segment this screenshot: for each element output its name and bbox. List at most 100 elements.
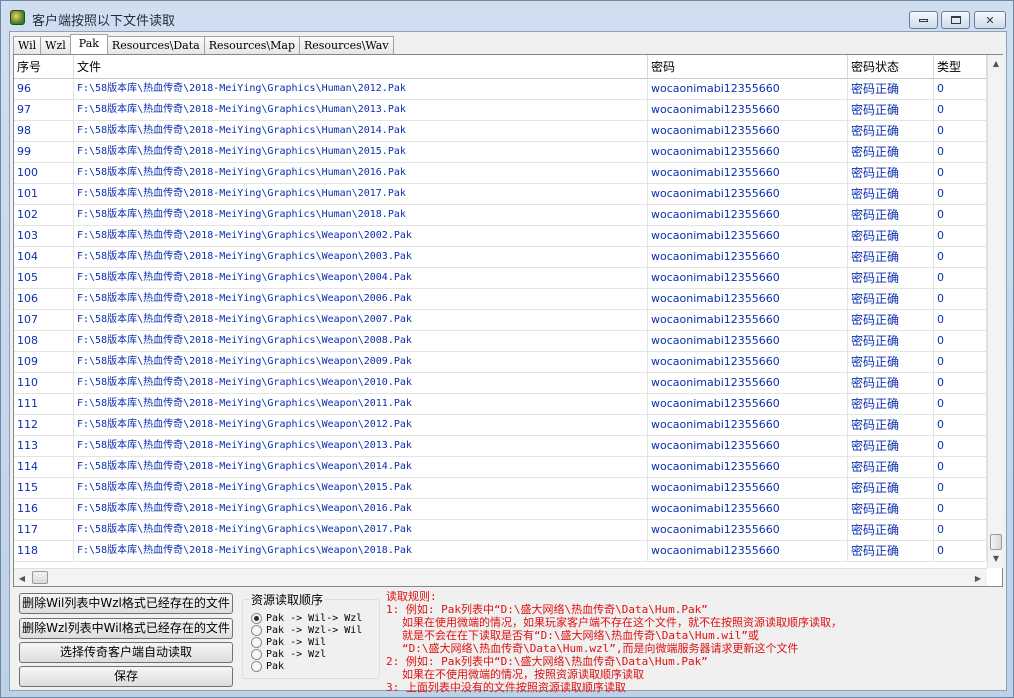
- auto-read-client-button[interactable]: 选择传奇客户端自动读取: [19, 642, 233, 663]
- minimize-button[interactable]: [909, 11, 938, 29]
- rules-line: 2: 例如: Pak列表中“D:\盛大网络\热血传奇\Data\Hum.Pak”: [386, 655, 708, 668]
- table-row[interactable]: 99 F:\58版本库\热血传奇\2018-MeiYing\Graphics\Hu…: [14, 142, 987, 163]
- file-list[interactable]: 序号 文件 密码 密码状态 类型 96 F:\58版本库\热血传奇\2018-Me…: [13, 54, 1003, 587]
- row-seq: 109: [14, 352, 74, 372]
- table-row[interactable]: 101 F:\58版本库\热血传奇\2018-MeiYing\Graphics\H…: [14, 184, 987, 205]
- row-seq: 111: [14, 394, 74, 414]
- title-bar[interactable]: 客户端按照以下文件读取 ✕: [1, 1, 1013, 31]
- resource-order-option[interactable]: Pak -> Wzl: [251, 648, 326, 660]
- row-type: 0: [934, 163, 987, 183]
- resource-order-option[interactable]: Pak: [251, 660, 284, 672]
- save-button[interactable]: 保存: [19, 666, 233, 687]
- table-row[interactable]: 97 F:\58版本库\热血传奇\2018-MeiYing\Graphics\Hu…: [14, 100, 987, 121]
- row-seq: 118: [14, 541, 74, 561]
- resource-order-option[interactable]: Pak -> Wzl-> Wil: [251, 624, 362, 636]
- radio-icon[interactable]: [251, 624, 262, 636]
- horizontal-scroll-thumb[interactable]: [32, 571, 48, 584]
- row-password-status: 密码正确: [848, 289, 934, 309]
- row-type: 0: [934, 100, 987, 120]
- delete-wil-duplicates-button[interactable]: 删除Wil列表中Wzl格式已经存在的文件: [19, 593, 233, 614]
- row-seq: 103: [14, 226, 74, 246]
- vertical-scroll-thumb[interactable]: [990, 534, 1002, 550]
- table-row[interactable]: 116 F:\58版本库\热血传奇\2018-MeiYing\Graphics\W…: [14, 499, 987, 520]
- row-password-status: 密码正确: [848, 184, 934, 204]
- row-file-path: F:\58版本库\热血传奇\2018-MeiYing\Graphics\Huma…: [74, 79, 648, 99]
- table-row[interactable]: 100 F:\58版本库\热血传奇\2018-MeiYing\Graphics\H…: [14, 163, 987, 184]
- minimize-icon: [919, 18, 928, 22]
- table-row[interactable]: 111 F:\58版本库\热血传奇\2018-MeiYing\Graphics\W…: [14, 394, 987, 415]
- column-header-file[interactable]: 文件: [74, 55, 648, 79]
- table-row[interactable]: 96 F:\58版本库\热血传奇\2018-MeiYing\Graphics\Hu…: [14, 79, 987, 100]
- close-button[interactable]: ✕: [974, 11, 1006, 29]
- row-seq: 114: [14, 457, 74, 477]
- table-row[interactable]: 117 F:\58版本库\热血传奇\2018-MeiYing\Graphics\W…: [14, 520, 987, 541]
- scroll-left-icon[interactable]: ◀: [14, 570, 30, 586]
- row-password: wocaonimabi12355660: [648, 541, 848, 561]
- row-password: wocaonimabi12355660: [648, 205, 848, 225]
- delete-wzl-duplicates-button[interactable]: 删除Wzl列表中Wil格式已经存在的文件: [19, 618, 233, 639]
- resource-order-option[interactable]: Pak -> Wil: [251, 636, 326, 648]
- table-row[interactable]: 108 F:\58版本库\热血传奇\2018-MeiYing\Graphics\W…: [14, 331, 987, 352]
- table-row[interactable]: 102 F:\58版本库\热血传奇\2018-MeiYing\Graphics\H…: [14, 205, 987, 226]
- resource-order-group: 资源读取顺序 Pak -> Wil-> Wzl Pak -> Wzl-> Wil…: [242, 591, 380, 679]
- tab-resources-data[interactable]: Resources\Data: [106, 36, 205, 54]
- row-type: 0: [934, 289, 987, 309]
- table-row[interactable]: 112 F:\58版本库\热血传奇\2018-MeiYing\Graphics\W…: [14, 415, 987, 436]
- table-row[interactable]: 105 F:\58版本库\热血传奇\2018-MeiYing\Graphics\W…: [14, 268, 987, 289]
- scroll-right-icon[interactable]: ▶: [970, 570, 986, 586]
- row-file-path: F:\58版本库\热血传奇\2018-MeiYing\Graphics\Weap…: [74, 331, 648, 351]
- row-password: wocaonimabi12355660: [648, 373, 848, 393]
- radio-icon[interactable]: [251, 636, 262, 648]
- table-row[interactable]: 114 F:\58版本库\热血传奇\2018-MeiYing\Graphics\W…: [14, 457, 987, 478]
- rules-line: 读取规则:: [386, 590, 437, 603]
- table-row[interactable]: 104 F:\58版本库\热血传奇\2018-MeiYing\Graphics\W…: [14, 247, 987, 268]
- column-header-seq[interactable]: 序号: [14, 55, 74, 79]
- row-seq: 117: [14, 520, 74, 540]
- vertical-scrollbar[interactable]: ▲ ▼: [987, 55, 1003, 568]
- row-type: 0: [934, 541, 987, 561]
- table-row[interactable]: 110 F:\58版本库\热血传奇\2018-MeiYing\Graphics\W…: [14, 373, 987, 394]
- row-password-status: 密码正确: [848, 520, 934, 540]
- resource-order-option[interactable]: Pak -> Wil-> Wzl: [251, 612, 362, 624]
- row-password-status: 密码正确: [848, 205, 934, 225]
- table-row[interactable]: 113 F:\58版本库\热血传奇\2018-MeiYing\Graphics\W…: [14, 436, 987, 457]
- row-seq: 107: [14, 310, 74, 330]
- horizontal-scrollbar[interactable]: ◀ ▶: [14, 568, 987, 586]
- row-password: wocaonimabi12355660: [648, 415, 848, 435]
- table-row[interactable]: 103 F:\58版本库\热血传奇\2018-MeiYing\Graphics\W…: [14, 226, 987, 247]
- row-file-path: F:\58版本库\热血传奇\2018-MeiYing\Graphics\Weap…: [74, 373, 648, 393]
- row-password: wocaonimabi12355660: [648, 142, 848, 162]
- maximize-button[interactable]: [941, 11, 970, 29]
- tab-wzl[interactable]: Wzl: [40, 36, 71, 54]
- table-row[interactable]: 107 F:\58版本库\热血传奇\2018-MeiYing\Graphics\W…: [14, 310, 987, 331]
- table-row[interactable]: 118 F:\58版本库\热血传奇\2018-MeiYing\Graphics\W…: [14, 541, 987, 562]
- row-type: 0: [934, 268, 987, 288]
- row-seq: 96: [14, 79, 74, 99]
- tab-resources-wav[interactable]: Resources\Wav: [299, 36, 394, 54]
- scroll-up-icon[interactable]: ▲: [988, 55, 1004, 71]
- row-seq: 112: [14, 415, 74, 435]
- column-header-password-status[interactable]: 密码状态: [848, 55, 934, 79]
- rules-line: “D:\盛大网络\热血传奇\Data\Hum.wzl”,而是向微端服务器请求更新…: [402, 642, 799, 655]
- scroll-down-icon[interactable]: ▼: [988, 550, 1004, 566]
- tab-wil[interactable]: Wil: [13, 36, 42, 54]
- row-file-path: F:\58版本库\热血传奇\2018-MeiYing\Graphics\Huma…: [74, 121, 648, 141]
- row-password: wocaonimabi12355660: [648, 289, 848, 309]
- radio-icon[interactable]: [251, 660, 262, 672]
- radio-icon[interactable]: [251, 648, 262, 660]
- tab-resources-map[interactable]: Resources\Map: [203, 36, 300, 54]
- radio-selected-icon[interactable]: [251, 612, 262, 624]
- column-header-type[interactable]: 类型: [934, 55, 987, 79]
- tab-pak[interactable]: Pak: [69, 34, 108, 54]
- row-type: 0: [934, 499, 987, 519]
- row-password: wocaonimabi12355660: [648, 79, 848, 99]
- row-file-path: F:\58版本库\热血传奇\2018-MeiYing\Graphics\Weap…: [74, 268, 648, 288]
- table-row[interactable]: 115 F:\58版本库\热血传奇\2018-MeiYing\Graphics\W…: [14, 478, 987, 499]
- table-row[interactable]: 98 F:\58版本库\热血传奇\2018-MeiYing\Graphics\Hu…: [14, 121, 987, 142]
- column-header-password[interactable]: 密码: [648, 55, 848, 79]
- table-row[interactable]: 109 F:\58版本库\热血传奇\2018-MeiYing\Graphics\W…: [14, 352, 987, 373]
- row-type: 0: [934, 520, 987, 540]
- row-type: 0: [934, 373, 987, 393]
- table-row[interactable]: 106 F:\58版本库\热血传奇\2018-MeiYing\Graphics\W…: [14, 289, 987, 310]
- row-type: 0: [934, 205, 987, 225]
